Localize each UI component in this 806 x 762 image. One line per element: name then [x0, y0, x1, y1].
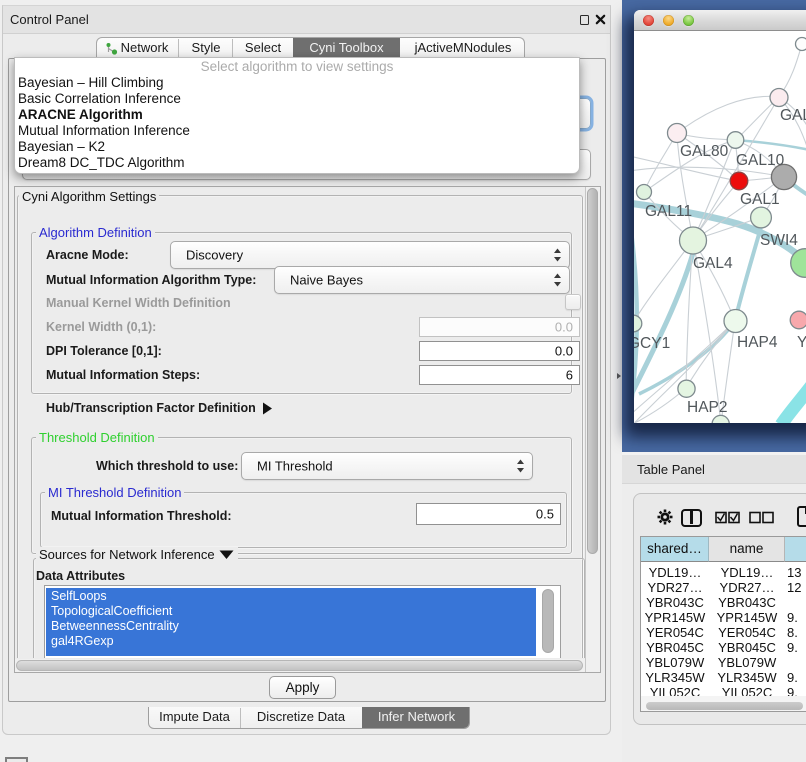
svg-text:GAL7: GAL7 — [780, 107, 806, 124]
svg-text:GAL1: GAL1 — [740, 191, 780, 208]
svg-text:YE: YE — [797, 334, 806, 351]
svg-text:GCY1: GCY1 — [634, 335, 670, 352]
svg-text:HAP4: HAP4 — [737, 334, 778, 351]
svg-text:HAP2: HAP2 — [687, 399, 728, 416]
svg-text:GAL11: GAL11 — [645, 203, 692, 220]
svg-text:GAL80: GAL80 — [680, 143, 729, 160]
svg-text:GAL4: GAL4 — [693, 255, 733, 272]
svg-text:SWI4: SWI4 — [760, 232, 798, 249]
svg-text:GAL10: GAL10 — [736, 152, 785, 169]
